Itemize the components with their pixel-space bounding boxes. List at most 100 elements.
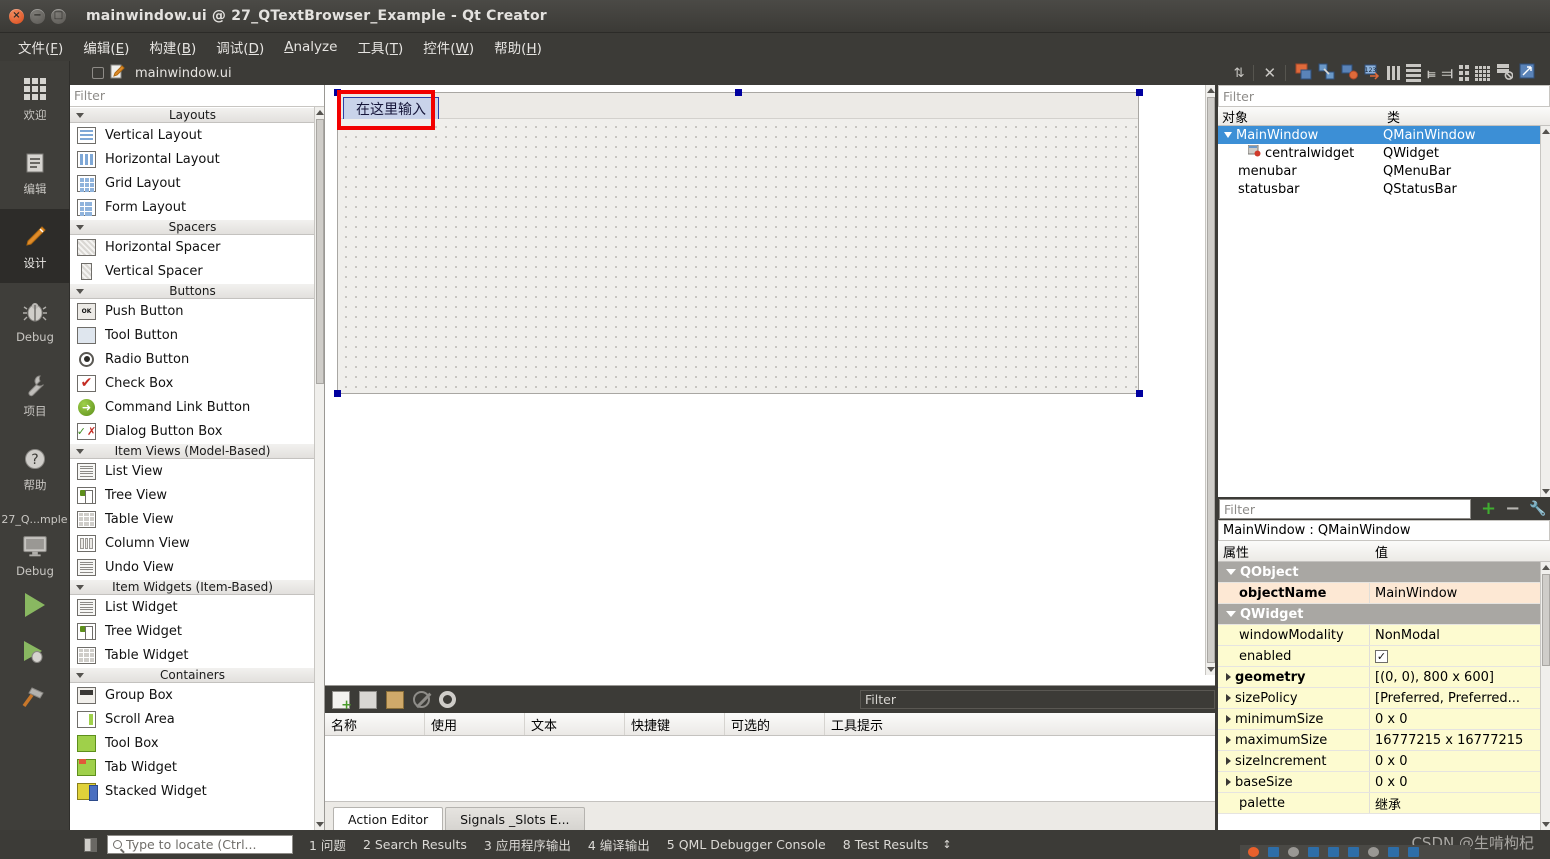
widget-item-radio-button[interactable]: Radio Button	[70, 347, 315, 371]
widget-item-vertical-spacer[interactable]: Vertical Spacer	[70, 259, 315, 283]
output-pane-button-4[interactable]: 4 编译输出	[588, 835, 650, 854]
property-row[interactable]: sizePolicy [Preferred, Preferred...	[1218, 688, 1550, 709]
wrench-icon[interactable]: 🔧	[1529, 501, 1546, 517]
widget-item-grid-layout[interactable]: Grid Layout	[70, 171, 315, 195]
property-row[interactable]: minimumSize 0 x 0	[1218, 709, 1550, 730]
lock-icon[interactable]	[92, 67, 104, 79]
property-row[interactable]: baseSize 0 x 0	[1218, 772, 1550, 793]
resize-handle-bl[interactable]	[334, 390, 341, 397]
toggle-sidebar-button[interactable]	[84, 837, 97, 852]
tray-emoji-icon[interactable]	[1308, 847, 1319, 857]
widget-item-undo-view[interactable]: Undo View	[70, 555, 315, 579]
widget-category-layouts[interactable]: Layouts	[70, 107, 315, 123]
action-column-header-5[interactable]: 可选的	[725, 713, 825, 735]
menu-item-1[interactable]: 文件(F)	[10, 34, 71, 60]
updown-icon[interactable]: ⇅	[1234, 67, 1245, 80]
tray-dot-icon[interactable]	[1288, 847, 1299, 857]
chevron-down-icon[interactable]	[1226, 569, 1236, 575]
mode-projects[interactable]: 项目	[0, 357, 70, 431]
widget-item-dialog-button-box[interactable]: ✓ ✗ Dialog Button Box	[70, 419, 315, 443]
widget-item-tab-widget[interactable]: Tab Widget	[70, 755, 315, 779]
tray-panel-icon[interactable]	[1408, 847, 1419, 857]
property-row[interactable]: windowModality NonModal	[1218, 625, 1550, 646]
output-pane-button-3[interactable]: 3 应用程序输出	[484, 835, 571, 854]
tray-cloud-icon[interactable]	[1388, 847, 1399, 857]
locator-input[interactable]: Type to locate (Ctrl...	[107, 835, 293, 854]
action-column-header-3[interactable]: 文本	[525, 713, 625, 735]
widget-category-spacers[interactable]: Spacers	[70, 219, 315, 235]
main-window-form[interactable]: 在这里输入	[337, 92, 1139, 394]
break-layout-icon[interactable]	[1496, 63, 1514, 83]
widget-category-item-widgets-item-based[interactable]: Item Widgets (Item-Based)	[70, 579, 315, 595]
property-editor-filter[interactable]: Filter	[1219, 499, 1471, 519]
widget-item-form-layout[interactable]: Form Layout	[70, 195, 315, 219]
widget-item-tree-widget[interactable]: Tree Widget	[70, 619, 315, 643]
object-scroll-down-button[interactable]	[1541, 486, 1550, 497]
widget-item-list-widget[interactable]: List Widget	[70, 595, 315, 619]
property-editor-scrollbar[interactable]	[1540, 562, 1550, 830]
tray-sogou-icon[interactable]	[1248, 847, 1259, 857]
tray-keyboard-icon[interactable]	[1348, 847, 1359, 857]
layout-splitter-vertical-icon[interactable]: ⫤	[1442, 65, 1453, 81]
tray-person-icon[interactable]	[1328, 847, 1339, 857]
object-row[interactable]: menubar QMenuBar	[1218, 162, 1550, 180]
add-property-icon[interactable]: +	[1481, 500, 1496, 518]
widget-item-command-link-button[interactable]: ➜ Command Link Button	[70, 395, 315, 419]
layout-horizontal-icon[interactable]	[1387, 66, 1401, 80]
menu-item-7[interactable]: 控件(W)	[415, 34, 482, 60]
property-row[interactable]: palette 继承	[1218, 793, 1550, 814]
output-pane-button-1[interactable]: 1 问题	[309, 835, 346, 854]
output-pane-button-6[interactable]: 8 Test Results	[843, 837, 929, 852]
action-column-header-6[interactable]: 工具提示	[825, 713, 1215, 735]
scroll-up-button[interactable]	[315, 107, 325, 118]
object-inspector-rows[interactable]: MainWindow QMainWindow centralwidget QWidge…	[1218, 126, 1550, 198]
mode-help[interactable]: ? 帮助	[0, 431, 70, 505]
scroll-down-button[interactable]	[315, 819, 325, 830]
menu-item-8[interactable]: 帮助(H)	[486, 34, 550, 60]
chevron-right-icon[interactable]	[1226, 694, 1231, 702]
build-button[interactable]	[0, 674, 70, 720]
delete-icon[interactable]	[413, 691, 430, 708]
chevron-right-icon[interactable]	[1226, 673, 1231, 681]
resize-handle-tc[interactable]	[735, 89, 742, 96]
widget-category-buttons[interactable]: Buttons	[70, 283, 315, 299]
menu-item-5[interactable]: Analyze	[276, 36, 345, 58]
property-scrollbar-thumb[interactable]	[1542, 574, 1550, 666]
widget-category-item-views-model-based[interactable]: Item Views (Model-Based)	[70, 443, 315, 459]
form-scroll-down-button[interactable]	[1206, 664, 1216, 675]
form-menubar[interactable]: 在这里输入	[338, 93, 1138, 121]
widget-box-list[interactable]: Layouts Vertical Layout Horizontal Layout G…	[70, 107, 315, 830]
widget-box-filter[interactable]: Filter	[70, 85, 324, 107]
enabled-checkbox[interactable]: ✓	[1375, 649, 1388, 663]
action-column-header-4[interactable]: 快捷键	[625, 713, 725, 735]
object-row[interactable]: centralwidget QWidget	[1218, 144, 1550, 162]
layout-form-icon[interactable]	[1459, 65, 1469, 81]
form-central-widget[interactable]	[338, 119, 1138, 393]
start-debugging-button[interactable]	[0, 628, 70, 674]
output-pane-updown-icon[interactable]: ↕	[942, 838, 951, 851]
open-file-label[interactable]: mainwindow.ui	[135, 66, 232, 81]
form-scroll-up-button[interactable]	[1206, 85, 1216, 96]
chevron-right-icon[interactable]	[1226, 715, 1231, 723]
project-kit-chip[interactable]: 27_Q...mple	[0, 513, 69, 526]
object-row[interactable]: statusbar QStatusBar	[1218, 180, 1550, 198]
layout-vertical-icon[interactable]	[1406, 64, 1422, 82]
property-value[interactable]: 继承	[1370, 794, 1550, 813]
edit-signals-slots-icon[interactable]	[1318, 63, 1335, 83]
property-row[interactable]: enabled ✓	[1218, 646, 1550, 667]
output-pane-button-2[interactable]: 2 Search Results	[363, 837, 467, 852]
mode-debug[interactable]: Debug	[0, 283, 70, 357]
object-row[interactable]: MainWindow QMainWindow	[1218, 126, 1550, 144]
edit-buddies-icon[interactable]	[1341, 63, 1359, 83]
resize-handle-tr[interactable]	[1136, 89, 1143, 96]
new-action-icon[interactable]	[332, 690, 352, 712]
action-column-header-1[interactable]: 名称	[325, 713, 425, 735]
widget-item-push-button[interactable]: OK Push Button	[70, 299, 315, 323]
remove-property-icon[interactable]: −	[1505, 500, 1520, 518]
property-value[interactable]: [(0, 0), 800 x 600]	[1370, 670, 1550, 685]
form-canvas[interactable]: 在这里输入	[325, 85, 1205, 675]
property-value[interactable]: 16777215 x 16777215	[1370, 733, 1550, 748]
widget-item-check-box[interactable]: ✔ Check Box	[70, 371, 315, 395]
form-vertical-scrollbar[interactable]	[1205, 85, 1215, 675]
property-value[interactable]: 0 x 0	[1370, 775, 1550, 790]
